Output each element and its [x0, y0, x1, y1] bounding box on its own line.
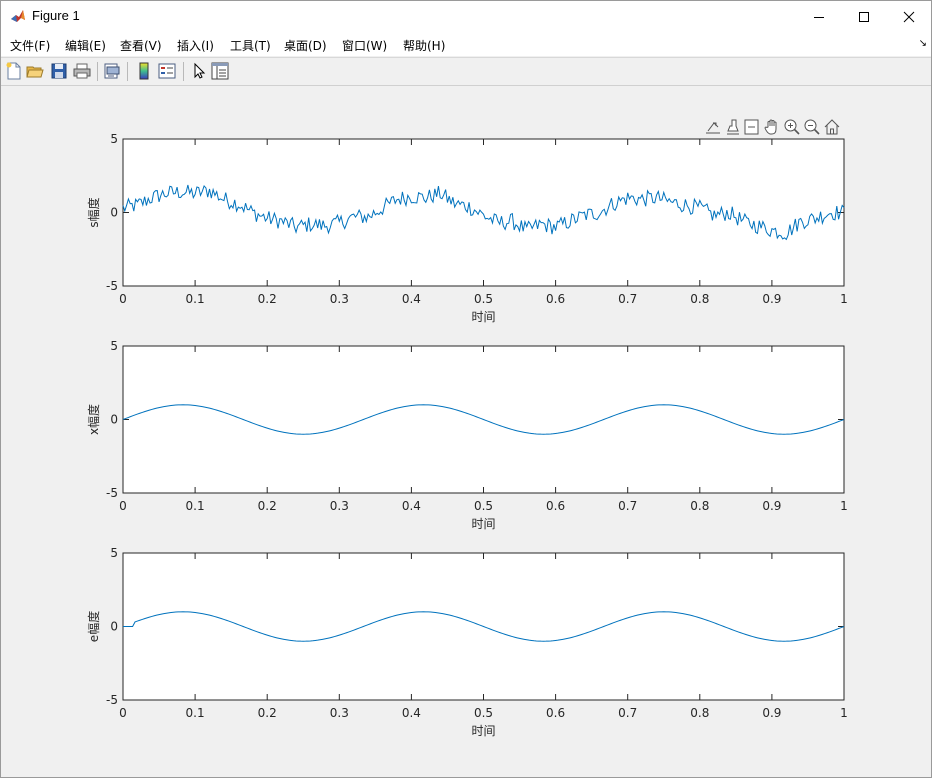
axes-box: [122, 138, 845, 287]
title-bar[interactable]: Figure 1: [1, 1, 931, 32]
pointer-icon[interactable]: [190, 62, 208, 80]
x-tick-label: 0.9: [762, 499, 781, 513]
datatip-icon[interactable]: [744, 119, 759, 135]
x-tick-label: 0.7: [618, 292, 637, 306]
x-tick-label: 0.5: [474, 706, 493, 720]
close-icon: [903, 11, 915, 22]
y-axis-label: x幅度: [86, 404, 101, 435]
x-tick-label: 0.2: [258, 292, 277, 306]
colorbar-icon[interactable]: [135, 62, 153, 80]
x-tick-label: 0.1: [186, 499, 205, 513]
figure-toolbar: [1, 57, 931, 86]
axes-toolbar: [706, 119, 840, 135]
zoom-out-icon[interactable]: [804, 119, 820, 135]
y-tick-label: 0: [110, 413, 118, 427]
y-tick-label: 5: [110, 132, 118, 146]
x-tick-label: 0.9: [762, 292, 781, 306]
x-tick-label: 0.6: [546, 292, 565, 306]
x-axis-label: 时间: [471, 517, 495, 531]
print-icon[interactable]: [73, 62, 91, 80]
menu-edit[interactable]: 编辑(E): [65, 37, 106, 54]
toolbar-separator: [183, 62, 184, 81]
x-tick-label: 0.4: [402, 706, 421, 720]
x-tick-label: 0.8: [690, 499, 709, 513]
x-tick-label: 1: [840, 499, 848, 513]
x-tick-label: 1: [840, 292, 848, 306]
menu-help[interactable]: 帮助(H): [403, 37, 445, 54]
x-tick-label: 0.2: [258, 499, 277, 513]
menu-bar: 文件(F) 编辑(E) 查看(V) 插入(I) 工具(T) 桌面(D) 窗口(W…: [1, 32, 931, 56]
y-tick-label: 0: [110, 206, 118, 220]
x-tick-label: 0.4: [402, 499, 421, 513]
close-button[interactable]: [886, 1, 932, 32]
menu-window[interactable]: 窗口(W): [342, 37, 387, 54]
y-tick-label: 5: [110, 546, 118, 560]
figure-canvas[interactable]: 0 0.1 0.2 0.3 0.4 0.5 0.6 0.7 0.8 0.9 1-505时间s幅度0 0…: [1, 85, 931, 777]
x-tick-label: 0.3: [330, 706, 349, 720]
x-tick-label: 0.3: [330, 499, 349, 513]
x-tick-label: 0.1: [186, 292, 205, 306]
minimize-icon: [814, 16, 824, 18]
print-preview-icon[interactable]: [103, 62, 121, 80]
new-figure-icon[interactable]: [5, 62, 23, 80]
x-tick-label: 0.4: [402, 292, 421, 306]
window-title: Figure 1: [32, 8, 80, 23]
home-icon[interactable]: [824, 119, 840, 135]
menu-file[interactable]: 文件(F): [10, 37, 50, 54]
x-tick-label: 0: [119, 499, 127, 513]
dock-arrow-icon[interactable]: ↘: [919, 38, 927, 49]
x-tick-label: 0.6: [546, 706, 565, 720]
axes-x[interactable]: 0 0.1 0.2 0.3 0.4 0.5 0.6 0.7 0.8 0.9 1-505时间x幅度: [86, 339, 848, 531]
menu-view[interactable]: 查看(V): [120, 37, 162, 54]
brush-icon[interactable]: [727, 119, 739, 135]
pan-icon[interactable]: [764, 119, 777, 135]
maximize-icon: [859, 11, 869, 22]
maximize-button[interactable]: [841, 1, 887, 32]
x-tick-label: 0.6: [546, 499, 565, 513]
toolbar-separator: [97, 62, 98, 81]
y-tick-label: 5: [110, 339, 118, 353]
x-tick-label: 0.2: [258, 706, 277, 720]
menu-desktop[interactable]: 桌面(D): [284, 37, 327, 54]
axes-e[interactable]: 0 0.1 0.2 0.3 0.4 0.5 0.6 0.7 0.8 0.9 1-505时间e幅度: [86, 546, 848, 738]
x-tick-label: 1: [840, 706, 848, 720]
y-tick-label: -5: [106, 486, 118, 500]
y-tick-label: -5: [106, 693, 118, 707]
x-tick-label: 0.8: [690, 706, 709, 720]
export-icon[interactable]: [706, 122, 720, 134]
x-tick-label: 0.7: [618, 706, 637, 720]
x-axis-label: 时间: [471, 310, 495, 324]
figure-window: Figure 1 文件(F) 编辑(E) 查看(V) 插入(I) 工具(T) 桌…: [0, 0, 932, 778]
save-icon[interactable]: [50, 62, 68, 80]
property-inspector-icon[interactable]: [211, 62, 229, 80]
open-file-icon[interactable]: [26, 62, 44, 80]
x-tick-label: 0.5: [474, 499, 493, 513]
matlab-logo-icon: [10, 8, 26, 24]
zoom-in-icon[interactable]: [784, 119, 800, 135]
y-tick-label: -5: [106, 279, 118, 293]
y-axis-label: s幅度: [86, 197, 101, 227]
y-axis-label: e幅度: [86, 611, 101, 642]
y-tick-label: 0: [110, 620, 118, 634]
x-tick-label: 0.5: [474, 292, 493, 306]
legend-icon[interactable]: [158, 62, 176, 80]
x-axis-label: 时间: [471, 724, 495, 738]
x-tick-label: 0.8: [690, 292, 709, 306]
minimize-button[interactable]: [796, 1, 842, 32]
x-tick-label: 0.1: [186, 706, 205, 720]
x-tick-label: 0.7: [618, 499, 637, 513]
x-tick-label: 0.9: [762, 706, 781, 720]
toolbar-separator: [127, 62, 128, 81]
axes-s[interactable]: 0 0.1 0.2 0.3 0.4 0.5 0.6 0.7 0.8 0.9 1-505时间s幅度: [86, 132, 848, 324]
x-tick-label: 0: [119, 292, 127, 306]
menu-insert[interactable]: 插入(I): [177, 37, 214, 54]
x-tick-label: 0.3: [330, 292, 349, 306]
x-tick-label: 0: [119, 706, 127, 720]
menu-tools[interactable]: 工具(T): [230, 37, 271, 54]
